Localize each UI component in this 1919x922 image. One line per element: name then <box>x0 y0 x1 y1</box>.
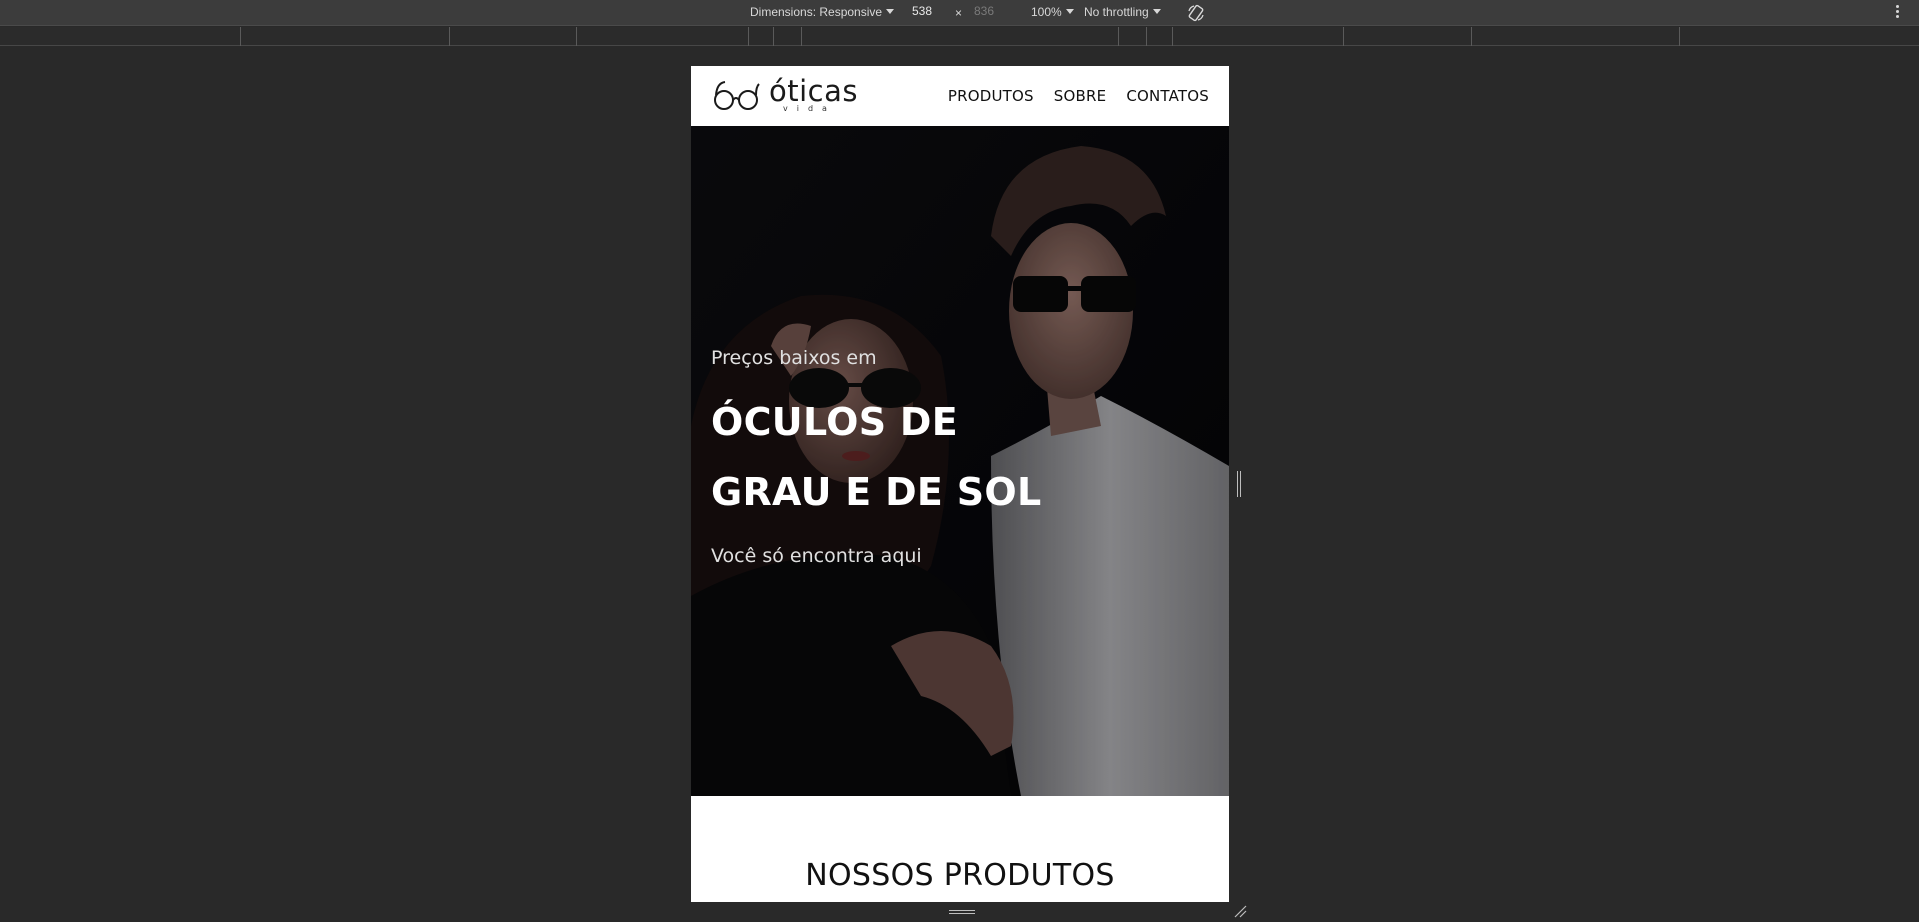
site-header: óticas vida PRODUTOS SOBRE CONTATOS <box>691 66 1229 126</box>
media-query-bar[interactable] <box>0 27 1919 46</box>
nav-link-produtos[interactable]: PRODUTOS <box>948 87 1034 105</box>
media-query-marker[interactable] <box>1679 27 1680 46</box>
logo-subtitle: vida <box>783 104 836 113</box>
nav-link-sobre[interactable]: SOBRE <box>1054 87 1107 105</box>
height-input[interactable]: 836 <box>974 4 994 22</box>
media-query-marker[interactable] <box>801 27 802 46</box>
rotate-icon[interactable] <box>1186 3 1206 23</box>
hero-title-line1: ÓCULOS DE <box>711 400 959 444</box>
width-input[interactable]: 538 <box>912 4 932 22</box>
products-heading: NOSSOS PRODUTOS <box>805 858 1115 893</box>
zoom-dropdown[interactable]: 100% <box>1031 5 1074 19</box>
glasses-icon <box>714 81 760 110</box>
main-nav: PRODUTOS SOBRE CONTATOS <box>948 87 1209 105</box>
media-query-marker[interactable] <box>1471 27 1472 46</box>
more-options-icon[interactable] <box>1893 3 1901 23</box>
chevron-down-icon <box>1065 9 1074 14</box>
throttling-label: No throttling <box>1084 5 1149 19</box>
device-viewport: óticas vida PRODUTOS SOBRE CONTATOS Preç… <box>691 66 1229 902</box>
hero-subtitle: Você só encontra aqui <box>711 545 922 567</box>
hero-title-line2: GRAU E DE SOL <box>711 470 1042 514</box>
chevron-down-icon <box>886 9 895 14</box>
chevron-down-icon <box>1152 9 1161 14</box>
resize-handle-corner[interactable] <box>1233 904 1247 918</box>
media-query-marker[interactable] <box>449 27 450 46</box>
logo-wordmark: óticas <box>769 74 858 108</box>
site-logo[interactable]: óticas vida <box>713 74 863 116</box>
media-query-marker[interactable] <box>1118 27 1119 46</box>
resize-handle-bottom[interactable] <box>949 910 975 916</box>
dimensions-dropdown[interactable]: Dimensions: Responsive <box>750 5 895 19</box>
resize-handle-right[interactable] <box>1237 471 1243 497</box>
hero-banner: Preços baixos em ÓCULOS DE GRAU E DE SOL… <box>691 126 1229 796</box>
hero-pretitle: Preços baixos em <box>711 347 877 369</box>
media-query-marker[interactable] <box>240 27 241 46</box>
dimensions-label: Dimensions: Responsive <box>750 5 883 19</box>
nav-link-contatos[interactable]: CONTATOS <box>1126 87 1209 105</box>
media-query-marker[interactable] <box>748 27 749 46</box>
media-query-marker[interactable] <box>576 27 577 46</box>
hero-title: ÓCULOS DE GRAU E DE SOL <box>711 387 1111 527</box>
devtools-device-toolbar: Dimensions: Responsive 538 × 836 100% No… <box>0 0 1919 26</box>
hero-text-block: Preços baixos em ÓCULOS DE GRAU E DE SOL… <box>711 347 1111 567</box>
products-section: NOSSOS PRODUTOS <box>691 796 1229 902</box>
times-separator: × <box>955 6 963 20</box>
media-query-marker[interactable] <box>1146 27 1147 46</box>
media-query-marker[interactable] <box>1343 27 1344 46</box>
zoom-label: 100% <box>1031 5 1062 19</box>
media-query-marker[interactable] <box>773 27 774 46</box>
throttling-dropdown[interactable]: No throttling <box>1084 5 1161 19</box>
media-query-marker[interactable] <box>1172 27 1173 46</box>
